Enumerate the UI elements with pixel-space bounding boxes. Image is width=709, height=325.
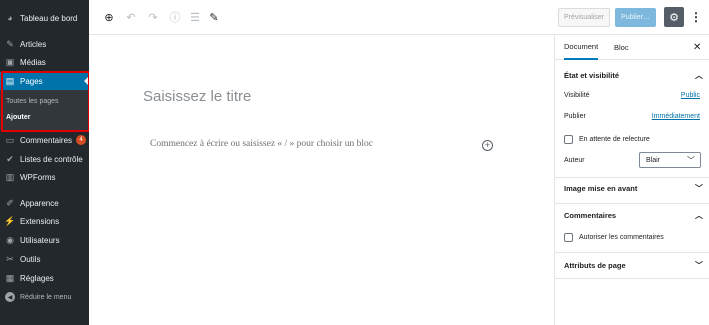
chevron-down-icon: ﹀ bbox=[695, 183, 703, 193]
allow-comments-label: Autoriser les commentaires bbox=[579, 234, 664, 241]
close-icon[interactable]: ✕ bbox=[693, 42, 701, 53]
sidebar-item-label: Réduire le menu bbox=[20, 293, 72, 301]
sidebar-item-settings[interactable]: ▦ Réglages bbox=[0, 269, 89, 287]
info-icon[interactable]: ⓘ bbox=[169, 11, 181, 24]
sidebar-item-comments[interactable]: ▭ Commentaires 4 bbox=[0, 131, 89, 149]
more-options-icon[interactable]: ⋮ bbox=[690, 10, 702, 24]
media-icon: ▣ bbox=[5, 56, 15, 67]
sidebar-item-label: Articles bbox=[20, 39, 47, 49]
divider bbox=[555, 177, 709, 178]
featured-image-title: Image mise en avant bbox=[564, 183, 638, 193]
settings-panel: Document Bloc ✕ État et visibilité ︿ Vis… bbox=[554, 35, 709, 325]
tab-block[interactable]: Bloc bbox=[614, 35, 629, 60]
collapse-icon: ◀ bbox=[5, 292, 15, 302]
sidebar-item-tools[interactable]: ✂ Outils bbox=[0, 250, 89, 268]
sidebar-item-dashboard[interactable]: ◕ Tableau de bord bbox=[0, 9, 89, 27]
sidebar-item-label: Pages bbox=[20, 76, 43, 86]
page-attributes-header[interactable]: Attributs de page ﹀ bbox=[555, 258, 709, 272]
submenu-item-all-pages[interactable]: Toutes les pages bbox=[6, 98, 59, 105]
sidebar-item-articles[interactable]: ✎ Articles bbox=[0, 35, 89, 53]
sidebar-item-pages[interactable]: ▤ Pages bbox=[0, 72, 89, 90]
featured-image-header[interactable]: Image mise en avant ﹀ bbox=[555, 181, 709, 195]
chevron-down-icon: ﹀ bbox=[695, 260, 703, 270]
sidebar-item-media[interactable]: ▣ Médias bbox=[0, 53, 89, 71]
add-block-icon[interactable]: ⊕ bbox=[103, 11, 115, 24]
pending-review-checkbox[interactable] bbox=[564, 135, 573, 144]
panel-tabs: Document Bloc ✕ bbox=[555, 35, 709, 60]
outline-icon[interactable]: ☰ bbox=[189, 11, 201, 24]
title-input[interactable]: Saisissez le titre bbox=[143, 88, 251, 105]
admin-sidebar: ◕ Tableau de bord ✎ Articles ▣ Médias ▤ … bbox=[0, 0, 89, 325]
sidebar-item-label: Médias bbox=[20, 57, 46, 67]
editor-toolbar: ⊕ ↶ ↷ ⓘ ☰ ✎ Prévisualiser Publier… ⚙ ⋮ bbox=[89, 0, 709, 35]
pin-icon: ✎ bbox=[6, 38, 14, 49]
inline-add-block-icon[interactable]: + bbox=[482, 140, 493, 151]
block-placeholder[interactable]: Commencez à écrire ou saisissez « / » po… bbox=[150, 139, 373, 149]
sidebar-item-label: Listes de contrôle bbox=[20, 154, 83, 164]
divider bbox=[555, 252, 709, 253]
publish-button[interactable]: Publier… bbox=[615, 8, 656, 27]
sidebar-item-plugins[interactable]: ⚡ Extensions bbox=[0, 212, 89, 230]
comments-header[interactable]: Commentaires ︿ bbox=[555, 208, 709, 222]
chevron-up-icon: ︿ bbox=[695, 210, 703, 220]
tools-pencil-icon[interactable]: ✎ bbox=[208, 11, 220, 24]
sidebar-item-appearance[interactable]: ✐ Apparence bbox=[0, 194, 89, 212]
author-select[interactable]: Blair ﹀ bbox=[639, 152, 701, 168]
preview-button[interactable]: Prévisualiser bbox=[558, 8, 610, 27]
comments-count-badge: 4 bbox=[76, 135, 87, 145]
settings-gear-icon[interactable]: ⚙ bbox=[664, 7, 684, 27]
author-select-value: Blair bbox=[646, 156, 661, 164]
sidebar-item-label: WPForms bbox=[20, 172, 56, 182]
sidebar-item-label: Commentaires bbox=[20, 135, 73, 145]
users-icon: ◉ bbox=[6, 234, 14, 245]
checklist-icon: ✔ bbox=[6, 153, 14, 164]
status-visibility-title: État et visibilité bbox=[564, 70, 620, 80]
author-label: Auteur bbox=[564, 157, 585, 164]
tools-icon: ✂ bbox=[6, 253, 14, 264]
visibility-label: Visibilité bbox=[564, 92, 590, 99]
allow-comments-checkbox[interactable] bbox=[564, 233, 573, 242]
sidebar-item-label: Réglages bbox=[20, 273, 54, 283]
sidebar-item-label: Tableau de bord bbox=[20, 13, 78, 23]
forms-icon: ▥ bbox=[5, 171, 15, 182]
pages-icon: ▤ bbox=[5, 75, 15, 86]
sidebar-item-users[interactable]: ◉ Utilisateurs bbox=[0, 231, 89, 249]
visibility-link[interactable]: Public bbox=[681, 92, 700, 99]
pending-review-label: En attente de relecture bbox=[579, 136, 650, 143]
tab-document[interactable]: Document bbox=[564, 35, 599, 60]
divider bbox=[555, 278, 709, 279]
chevron-up-icon: ︿ bbox=[695, 70, 703, 80]
comments-icon: ▭ bbox=[5, 134, 15, 145]
undo-icon[interactable]: ↶ bbox=[125, 11, 137, 24]
pages-submenu: Toutes les pages Ajouter bbox=[0, 90, 89, 130]
publish-date-link[interactable]: Immédiatement bbox=[652, 113, 700, 120]
publish-label: Publier bbox=[564, 113, 586, 120]
settings-icon: ▦ bbox=[5, 272, 15, 283]
sidebar-item-label: Apparence bbox=[20, 198, 59, 208]
dashboard-icon: ◕ bbox=[7, 13, 13, 23]
comments-title: Commentaires bbox=[564, 210, 617, 220]
editor-canvas: Saisissez le titre Commencez à écrire ou… bbox=[89, 35, 554, 325]
appearance-icon: ✐ bbox=[6, 197, 14, 208]
divider bbox=[555, 203, 709, 204]
plugins-icon: ⚡ bbox=[4, 215, 16, 226]
page-attributes-title: Attributs de page bbox=[564, 260, 626, 270]
sidebar-item-checklists[interactable]: ✔ Listes de contrôle bbox=[0, 150, 89, 168]
sidebar-item-label: Outils bbox=[20, 254, 41, 264]
sidebar-item-wpforms[interactable]: ▥ WPForms bbox=[0, 168, 89, 186]
sidebar-item-label: Extensions bbox=[20, 216, 60, 226]
sidebar-collapse-menu[interactable]: ◀ Réduire le menu bbox=[0, 288, 89, 306]
redo-icon[interactable]: ↷ bbox=[147, 11, 159, 24]
submenu-item-add-new[interactable]: Ajouter bbox=[6, 114, 31, 121]
chevron-down-icon: ﹀ bbox=[687, 156, 695, 165]
status-visibility-header[interactable]: État et visibilité ︿ bbox=[555, 68, 709, 82]
sidebar-item-label: Utilisateurs bbox=[20, 235, 60, 245]
